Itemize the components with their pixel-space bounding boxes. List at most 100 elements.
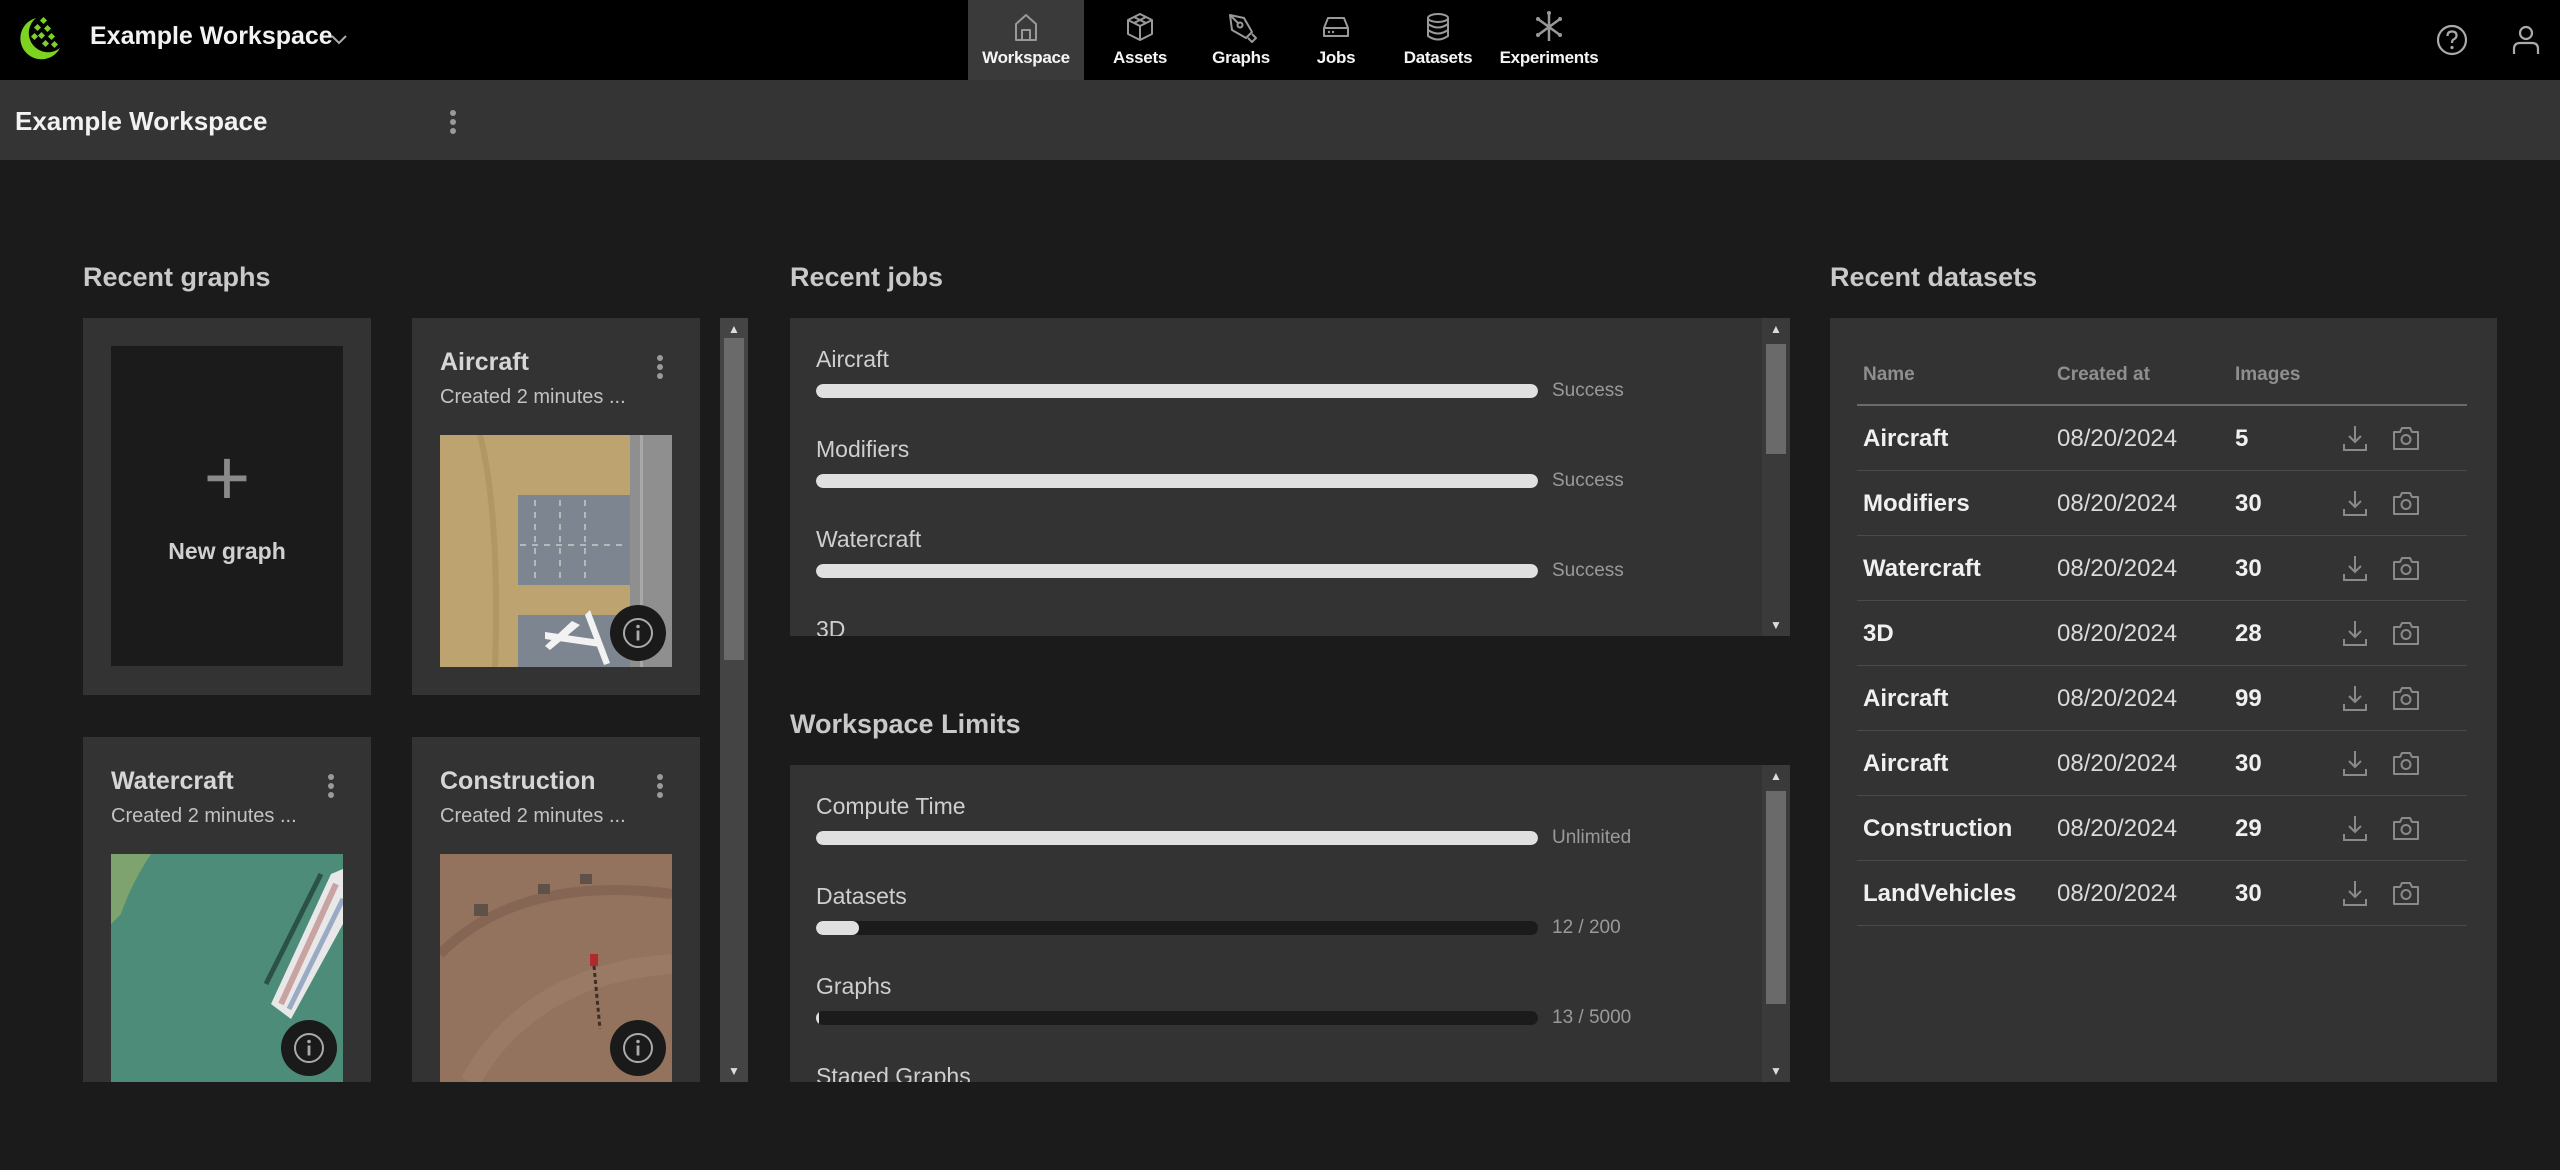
scrollbar-thumb[interactable] bbox=[1766, 344, 1786, 454]
info-icon bbox=[294, 1033, 324, 1063]
table-row[interactable]: Aircraft 08/20/2024 99 bbox=[1857, 666, 2467, 731]
graph-info-button[interactable] bbox=[281, 1020, 337, 1076]
nav-tab-graphs[interactable]: Graphs bbox=[1196, 0, 1286, 80]
download-icon[interactable] bbox=[2341, 618, 2369, 648]
nav-tab-assets[interactable]: Assets bbox=[1084, 0, 1196, 80]
user-account-icon[interactable] bbox=[2508, 22, 2544, 58]
scroll-up-arrow-icon[interactable]: ▲ bbox=[1762, 318, 1790, 340]
job-item[interactable]: Modifiers Success bbox=[816, 436, 1676, 491]
workspace-switcher-label[interactable]: Example Workspace bbox=[90, 22, 333, 51]
graph-card-more-button[interactable] bbox=[654, 352, 666, 382]
camera-icon[interactable] bbox=[2391, 553, 2421, 583]
datasets-table: Name Created at Images Aircraft 08/20/20… bbox=[1857, 354, 2467, 926]
table-row[interactable]: Aircraft 08/20/2024 30 bbox=[1857, 731, 2467, 796]
camera-icon[interactable] bbox=[2391, 813, 2421, 843]
dataset-name[interactable]: Aircraft bbox=[1863, 750, 1948, 778]
download-icon[interactable] bbox=[2341, 878, 2369, 908]
dataset-name[interactable]: Modifiers bbox=[1863, 490, 1970, 518]
recent-graphs-scrollbar[interactable]: ▲ ▼ bbox=[720, 318, 748, 1082]
job-item[interactable]: Watercraft Success bbox=[816, 526, 1676, 581]
graph-thumbnail-ship bbox=[111, 854, 343, 1082]
limit-usage-bar bbox=[816, 921, 1538, 935]
graph-card-more-button[interactable] bbox=[654, 771, 666, 801]
limit-value: 12 / 200 bbox=[1552, 917, 1621, 938]
usage-fill bbox=[816, 921, 860, 935]
camera-icon[interactable] bbox=[2391, 423, 2421, 453]
dataset-name[interactable]: 3D bbox=[1863, 620, 1894, 648]
new-graph-button[interactable]: + New graph bbox=[111, 346, 343, 666]
graph-thumbnail-construction bbox=[440, 854, 672, 1082]
logo-icon[interactable] bbox=[14, 14, 64, 64]
table-row[interactable]: Construction 08/20/2024 29 bbox=[1857, 796, 2467, 861]
top-navigation-bar: Example Workspace Workspace Assets Graph… bbox=[0, 0, 2560, 80]
graph-thumbnail-airport bbox=[440, 435, 672, 667]
scroll-down-arrow-icon[interactable]: ▼ bbox=[720, 1060, 748, 1082]
recent-jobs-scrollbar[interactable]: ▲ ▼ bbox=[1762, 318, 1790, 636]
dataset-name[interactable]: Aircraft bbox=[1863, 685, 1948, 713]
camera-icon[interactable] bbox=[2391, 683, 2421, 713]
nav-tab-workspace[interactable]: Workspace bbox=[968, 0, 1084, 80]
dataset-image-count: 30 bbox=[2235, 490, 2262, 517]
nav-tab-jobs[interactable]: Jobs bbox=[1286, 0, 1386, 80]
limit-usage-bar bbox=[816, 1011, 1538, 1025]
scrollbar-thumb[interactable] bbox=[724, 338, 744, 660]
scroll-down-arrow-icon[interactable]: ▼ bbox=[1762, 1060, 1790, 1082]
workspace-more-options-button[interactable] bbox=[447, 107, 459, 137]
home-icon bbox=[1015, 14, 1037, 41]
job-progress-bar bbox=[816, 474, 1538, 488]
camera-icon[interactable] bbox=[2391, 488, 2421, 518]
dataset-name[interactable]: Aircraft bbox=[1863, 425, 1948, 453]
job-item[interactable]: Aircraft Success bbox=[816, 346, 1676, 401]
chevron-down-icon[interactable] bbox=[328, 28, 350, 50]
table-row[interactable]: LandVehicles 08/20/2024 30 bbox=[1857, 861, 2467, 926]
dataset-name[interactable]: Watercraft bbox=[1863, 555, 1981, 583]
limit-item: Datasets 12 / 200 bbox=[816, 883, 1676, 938]
graph-info-button[interactable] bbox=[610, 1020, 666, 1076]
dataset-created-at: 08/20/2024 bbox=[2057, 685, 2178, 712]
table-row[interactable]: Watercraft 08/20/2024 30 bbox=[1857, 536, 2467, 601]
camera-icon[interactable] bbox=[2391, 748, 2421, 778]
dataset-name[interactable]: Construction bbox=[1863, 815, 2012, 843]
camera-icon[interactable] bbox=[2391, 618, 2421, 648]
recent-jobs-title: Recent jobs bbox=[790, 262, 944, 292]
column-header-name[interactable]: Name bbox=[1863, 364, 1915, 386]
graph-card[interactable]: Watercraft Created 2 minutes ... bbox=[83, 737, 371, 1082]
download-icon[interactable] bbox=[2341, 683, 2369, 713]
help-icon[interactable] bbox=[2434, 22, 2470, 58]
camera-icon[interactable] bbox=[2391, 878, 2421, 908]
limit-name: Graphs bbox=[816, 973, 892, 999]
graph-info-button[interactable] bbox=[610, 605, 666, 661]
table-row[interactable]: 3D 08/20/2024 28 bbox=[1857, 601, 2467, 666]
table-row[interactable]: Modifiers 08/20/2024 30 bbox=[1857, 471, 2467, 536]
workspace-limits-panel: Compute Time Unlimited Datasets 12 / 200… bbox=[790, 765, 1790, 1082]
graph-card-more-button[interactable] bbox=[325, 771, 337, 801]
download-icon[interactable] bbox=[2341, 553, 2369, 583]
nav-tab-experiments[interactable]: Experiments bbox=[1490, 0, 1608, 80]
dataset-image-count: 29 bbox=[2235, 815, 2262, 842]
graph-card[interactable]: Construction Created 2 minutes ... bbox=[412, 737, 700, 1082]
nav-tab-datasets[interactable]: Datasets bbox=[1386, 0, 1490, 80]
dataset-image-count: 5 bbox=[2235, 425, 2249, 452]
dataset-name[interactable]: LandVehicles bbox=[1863, 880, 2016, 908]
column-header-images[interactable]: Images bbox=[2235, 364, 2300, 386]
graph-card[interactable]: Aircraft Created 2 minutes ... bbox=[412, 318, 700, 695]
scrollbar-thumb[interactable] bbox=[1766, 791, 1786, 1004]
graph-card-subtitle: Created 2 minutes ... bbox=[440, 805, 626, 827]
download-icon[interactable] bbox=[2341, 748, 2369, 778]
download-icon[interactable] bbox=[2341, 813, 2369, 843]
job-item[interactable]: 3D bbox=[816, 616, 1676, 636]
graph-card-subtitle: Created 2 minutes ... bbox=[111, 805, 297, 827]
workspace-limits-scrollbar[interactable]: ▲ ▼ bbox=[1762, 765, 1790, 1082]
hard-drive-icon bbox=[1323, 17, 1349, 37]
download-icon[interactable] bbox=[2341, 423, 2369, 453]
scroll-down-arrow-icon[interactable]: ▼ bbox=[1762, 614, 1790, 636]
graph-card-title: Construction bbox=[440, 767, 596, 795]
new-graph-card[interactable]: + New graph bbox=[83, 318, 371, 695]
dataset-image-count: 28 bbox=[2235, 620, 2262, 647]
download-icon[interactable] bbox=[2341, 488, 2369, 518]
column-header-created[interactable]: Created at bbox=[2057, 364, 2150, 386]
scroll-up-arrow-icon[interactable]: ▲ bbox=[1762, 765, 1790, 787]
dataset-created-at: 08/20/2024 bbox=[2057, 490, 2178, 517]
scroll-up-arrow-icon[interactable]: ▲ bbox=[720, 318, 748, 340]
table-row[interactable]: Aircraft 08/20/2024 5 bbox=[1857, 406, 2467, 471]
